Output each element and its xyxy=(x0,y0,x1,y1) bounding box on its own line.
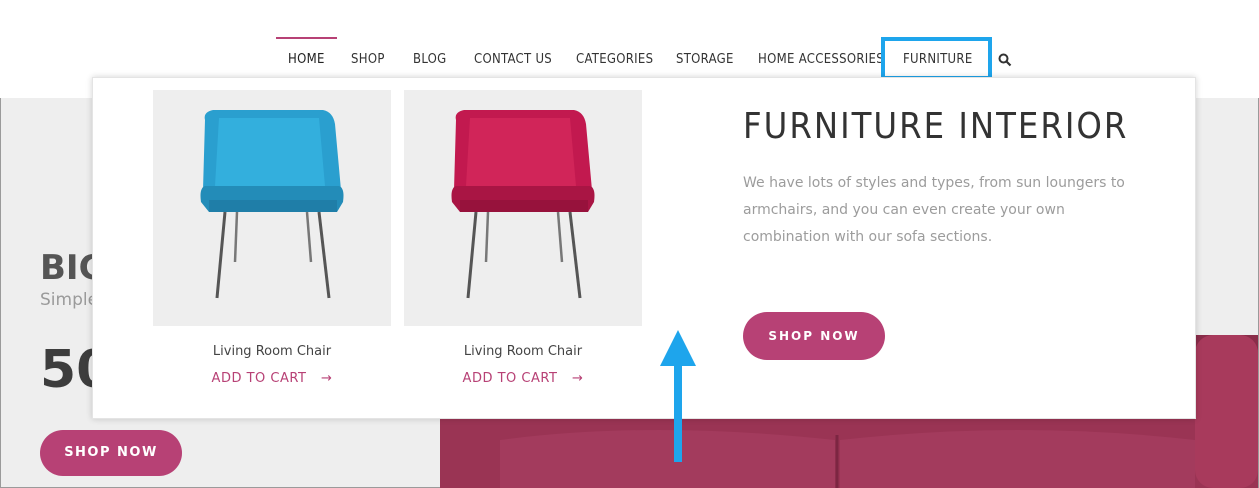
nav-contact-us[interactable]: CONTACT US xyxy=(474,52,552,67)
product-image[interactable] xyxy=(404,90,642,326)
arrow-right-icon: → xyxy=(321,371,333,386)
furniture-highlight-box xyxy=(881,37,992,80)
add-to-cart-link[interactable]: ADD TO CART → xyxy=(153,371,391,386)
nav-blog[interactable]: BLOG xyxy=(413,52,447,67)
nav-active-indicator xyxy=(276,37,337,39)
nav-home[interactable]: HOME xyxy=(288,52,325,67)
promo-description: We have lots of styles and types, from s… xyxy=(743,175,1125,245)
add-to-cart-label: ADD TO CART xyxy=(462,371,558,386)
nav-shop[interactable]: SHOP xyxy=(351,52,385,67)
add-to-cart-link[interactable]: ADD TO CART → xyxy=(404,371,642,386)
search-icon[interactable] xyxy=(998,53,1012,67)
product-card[interactable]: Living Room Chair ADD TO CART → xyxy=(153,90,391,386)
product-card[interactable]: Living Room Chair ADD TO CART → xyxy=(404,90,642,386)
nav-home-accessories[interactable]: HOME ACCESSORIES xyxy=(758,52,884,67)
chair-image xyxy=(200,110,344,299)
promo-title: FURNITURE INTERIOR xyxy=(743,106,1129,147)
product-name[interactable]: Living Room Chair xyxy=(404,344,642,359)
annotation-arrow-icon xyxy=(660,330,696,462)
hero-subtitle: Simple xyxy=(40,290,99,310)
nav-storage[interactable]: STORAGE xyxy=(676,52,734,67)
product-image[interactable] xyxy=(153,90,391,326)
product-name[interactable]: Living Room Chair xyxy=(153,344,391,359)
promo-shop-now-button[interactable]: SHOP NOW xyxy=(743,312,885,360)
hero-shop-now-button[interactable]: SHOP NOW xyxy=(40,430,182,476)
chair-image xyxy=(451,110,595,299)
arrow-right-icon: → xyxy=(572,371,584,386)
nav-categories[interactable]: CATEGORIES xyxy=(576,52,653,67)
add-to-cart-label: ADD TO CART xyxy=(211,371,307,386)
furniture-mega-menu: Living Room Chair ADD TO CART → Living R… xyxy=(92,77,1196,419)
